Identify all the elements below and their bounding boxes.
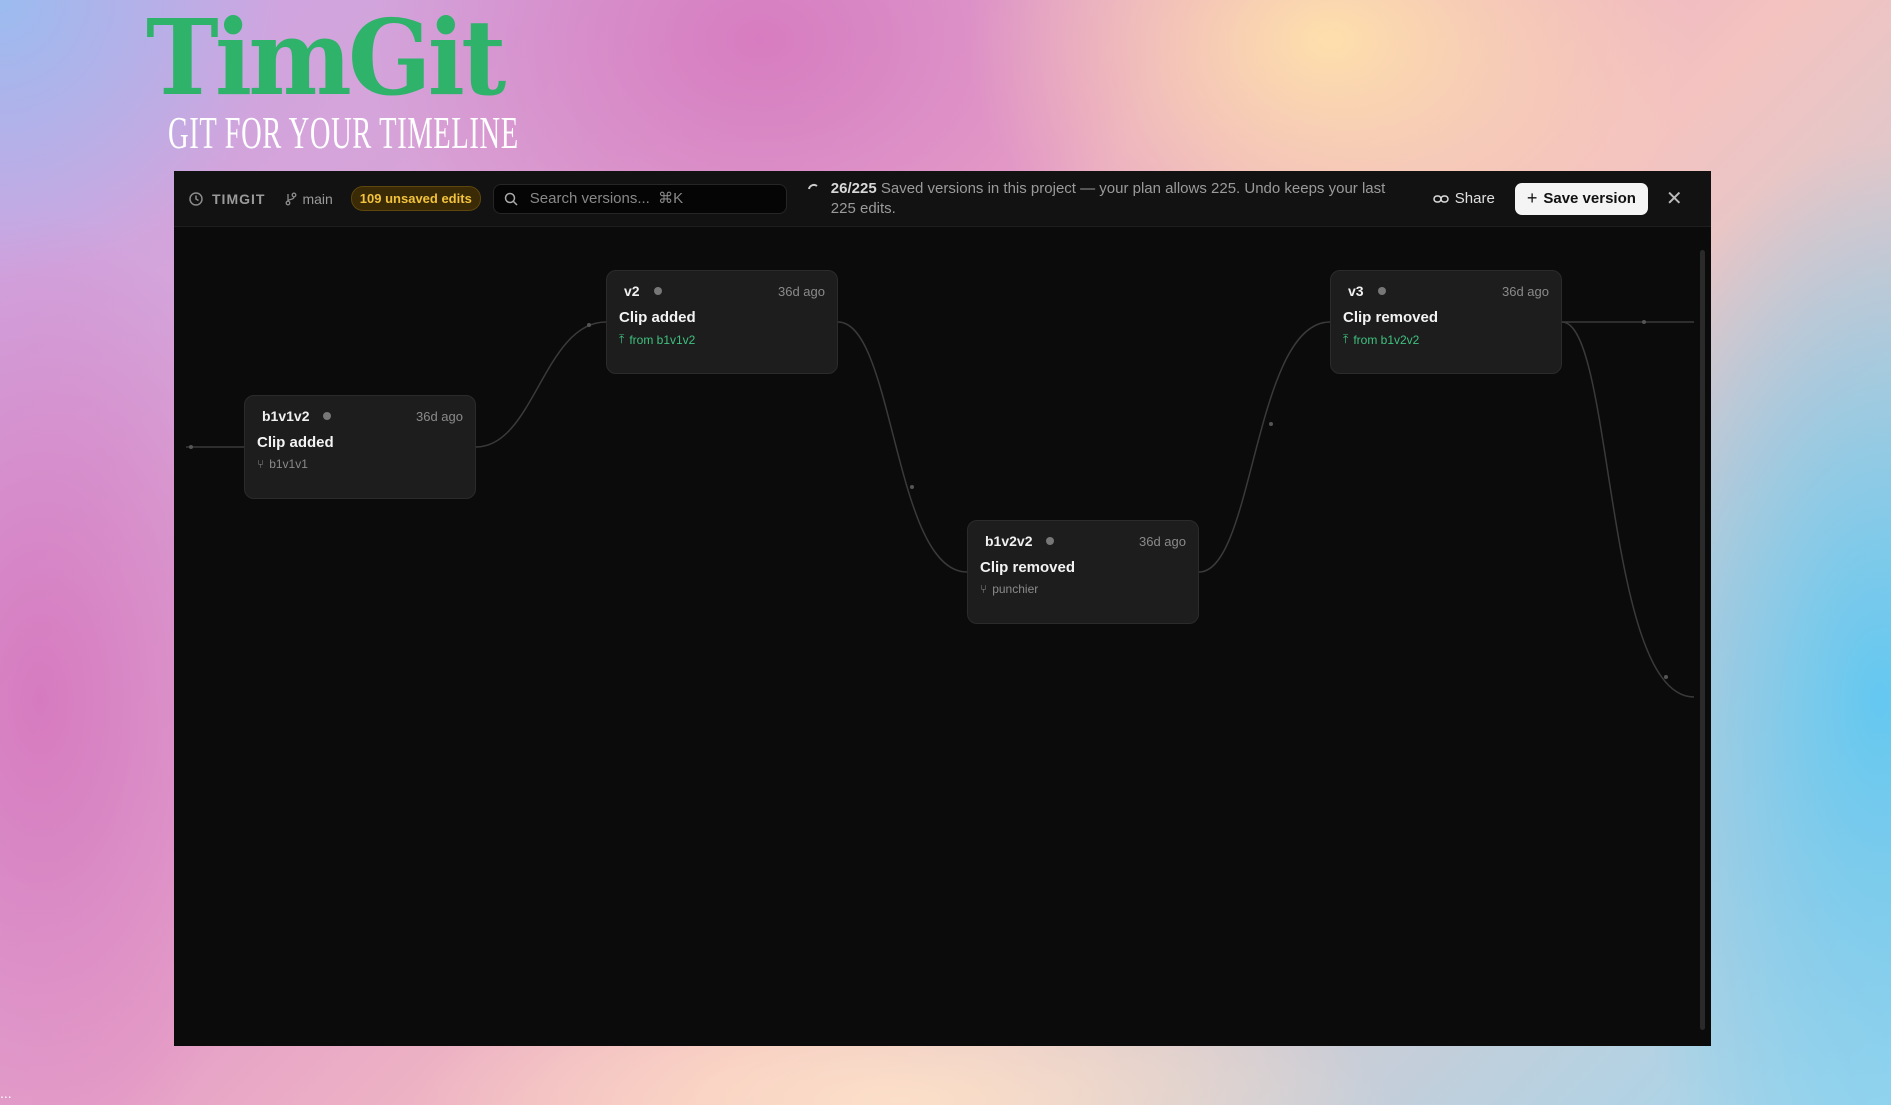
ellipsis: ... xyxy=(0,1085,12,1101)
branch-label: punchier xyxy=(992,582,1039,596)
tagline: GIT FOR YOUR TIMELINE xyxy=(168,107,519,158)
edge-dot xyxy=(189,445,193,449)
version-node[interactable]: v3 36d ago Clip removed ⤒ from b1v2v2 xyxy=(1330,270,1562,374)
app-name: TIMGIT xyxy=(212,190,266,207)
merge-icon: ⤒ xyxy=(1343,332,1349,346)
merge-label: from b1v1v2 xyxy=(629,332,696,347)
app-brand: TIMGIT xyxy=(188,191,265,207)
git-branch-icon: ⑂ xyxy=(257,457,265,471)
status-dot xyxy=(323,412,332,420)
version-name: b1v1v2 xyxy=(262,408,310,424)
branch-name: main xyxy=(302,190,333,207)
edge-dot xyxy=(910,485,914,489)
version-node[interactable]: b1v2v2 36d ago Clip removed ⑂ punchier xyxy=(967,520,1199,624)
version-node[interactable]: b1v1v2 36d ago Clip added ⑂ b1v1v1 xyxy=(244,395,476,499)
version-message: Clip removed xyxy=(1343,309,1439,326)
scrollbar[interactable] xyxy=(1700,250,1705,1030)
status-dot xyxy=(1377,287,1386,295)
unsaved-edits-badge[interactable]: 109 unsaved edits xyxy=(350,186,481,211)
branch-label: b1v1v1 xyxy=(269,457,308,471)
version-branch: ⑂ b1v1v1 xyxy=(257,457,463,471)
version-graph[interactable]: b1v1v2 36d ago Clip added ⑂ b1v1v1 v2 36d a… xyxy=(174,227,1711,1046)
status-dot xyxy=(653,287,662,295)
save-version-label: Save version xyxy=(1543,190,1636,207)
spinner-icon xyxy=(807,183,818,189)
merge-label: from b1v2v2 xyxy=(1353,332,1420,347)
git-branch-icon: ⑂ xyxy=(980,582,988,596)
version-name: b1v2v2 xyxy=(985,533,1033,549)
link-icon xyxy=(1433,194,1449,203)
version-message: Clip added xyxy=(257,434,334,451)
version-time: 36d ago xyxy=(1139,533,1186,549)
share-label: Share xyxy=(1454,190,1495,207)
close-icon[interactable]: ✕ xyxy=(1666,186,1683,211)
plus-icon: + xyxy=(1526,188,1538,208)
saved-versions-info: 26/225 Saved versions in this project — … xyxy=(807,179,1407,219)
version-merge-source: ⤒ from b1v1v2 xyxy=(619,332,825,347)
version-node[interactable]: v2 36d ago Clip added ⤒ from b1v1v2 xyxy=(606,270,838,374)
version-message: Clip added xyxy=(619,309,696,326)
toolbar: TIMGIT main 109 unsaved edits 26/225 Sav… xyxy=(174,171,1711,227)
saved-count: 26/225 xyxy=(830,179,877,197)
git-branch-icon xyxy=(285,192,297,205)
version-time: 36d ago xyxy=(416,408,463,424)
timgit-logo: TimGit xyxy=(146,0,506,119)
edge-dot xyxy=(1664,675,1668,679)
edge-dot xyxy=(587,323,591,327)
status-dot xyxy=(1046,537,1055,545)
edge xyxy=(475,321,607,448)
merge-icon: ⤒ xyxy=(619,332,625,346)
edge-dot xyxy=(1642,320,1646,324)
edge xyxy=(1561,321,1695,698)
search-input[interactable] xyxy=(527,189,772,208)
search-icon xyxy=(504,192,518,206)
saved-text: Saved versions in this project — your pl… xyxy=(830,179,1386,217)
edge xyxy=(1198,321,1331,573)
version-name: v3 xyxy=(1348,283,1364,299)
edge-dot xyxy=(1269,422,1273,426)
version-name: v2 xyxy=(624,283,640,299)
save-version-button[interactable]: + Save version xyxy=(1514,182,1648,215)
timgit-panel: TIMGIT main 109 unsaved edits 26/225 Sav… xyxy=(174,171,1711,1046)
version-time: 36d ago xyxy=(778,283,825,299)
share-button[interactable]: Share xyxy=(1425,185,1503,212)
version-time: 36d ago xyxy=(1502,283,1549,299)
version-branch: ⑂ punchier xyxy=(980,582,1186,596)
edge xyxy=(837,321,968,573)
history-icon xyxy=(189,191,203,206)
search-box[interactable] xyxy=(492,183,787,214)
version-message: Clip removed xyxy=(980,559,1076,576)
version-merge-source: ⤒ from b1v2v2 xyxy=(1343,332,1549,347)
branch-selector[interactable]: main xyxy=(285,190,333,207)
